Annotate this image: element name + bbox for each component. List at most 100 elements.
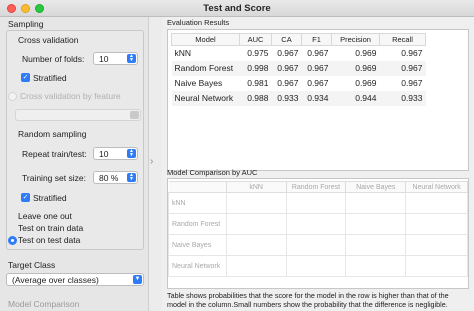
up-down-arrows-icon: ▲ ▼ <box>127 149 136 158</box>
table-cell <box>405 255 468 277</box>
test-on-train-option[interactable]: Test on train data <box>18 223 83 233</box>
table-cell: 0.967 <box>271 60 302 76</box>
number-of-folds-select[interactable]: 10 ▲ ▼ <box>93 52 138 65</box>
repeat-train-test-label: Repeat train/test: <box>22 149 87 159</box>
model-comparison-by-auc-label: Model Comparison by AUC <box>167 168 258 177</box>
training-set-size-value: 80 % <box>99 173 119 183</box>
table-row[interactable]: kNN 0.975 0.967 0.967 0.969 0.967 <box>172 46 426 61</box>
table-cell: 0.944 <box>331 90 380 106</box>
table-cell: 0.967 <box>307 48 329 59</box>
title-bar: Test and Score <box>0 0 474 17</box>
stratified-checkbox[interactable]: ✓ <box>21 73 30 82</box>
table-row[interactable]: Neural Network 0.988 0.933 0.934 0.944 0… <box>171 90 426 106</box>
stratified-random-label: Stratified <box>33 193 67 203</box>
column-header-auc[interactable]: AUC <box>239 33 272 46</box>
number-of-folds-value: 10 <box>99 54 109 64</box>
table-cell <box>345 234 407 256</box>
table-cell: 0.933 <box>379 90 426 106</box>
training-set-size-select[interactable]: 80 % ▲ ▼ <box>93 171 138 184</box>
table-cell: 0.981 <box>247 78 269 88</box>
table-header-row: Model AUC CA F1 Precision Recall <box>171 33 426 46</box>
chevron-down-icon: ▼ <box>133 275 142 284</box>
table-cell <box>225 192 287 214</box>
target-class-select[interactable]: (Average over classes) ▼ <box>6 273 144 286</box>
table-cell: 0.998 <box>239 60 272 76</box>
table-cell: 0.969 <box>331 60 380 76</box>
table-cell: 0.975 <box>247 48 269 59</box>
table-cell: 0.967 <box>277 78 299 88</box>
table-cell: kNN <box>174 48 192 59</box>
table-cell <box>285 234 347 256</box>
table-cell <box>405 192 468 214</box>
sampling-section-label: Sampling <box>8 19 44 29</box>
column-header-recall[interactable]: Recall <box>379 33 426 46</box>
sampling-box: Cross validation Number of folds: 10 ▲ ▼ … <box>6 30 144 250</box>
table-cell <box>405 234 468 256</box>
row-header: Random Forest <box>168 213 227 235</box>
table-row: Neural Network <box>168 255 468 277</box>
results-panel: Evaluation Results Model AUC CA F1 Preci… <box>162 17 474 311</box>
repeat-train-test-value: 10 <box>99 149 109 159</box>
table-cell <box>225 213 287 235</box>
table-cell <box>405 213 468 235</box>
table-cell: 0.967 <box>301 60 332 76</box>
table-cell: 0.969 <box>355 48 377 59</box>
table-cell: 0.967 <box>401 48 423 59</box>
control-panel: Sampling Cross validation Number of fold… <box>0 17 149 311</box>
leave-one-out-option[interactable]: Leave one out <box>18 211 72 221</box>
row-header: Naive Bayes <box>168 234 227 256</box>
comparison-note: Table shows probabilities that the score… <box>167 291 449 309</box>
table-cell <box>285 255 347 277</box>
up-down-arrows-icon: ▲ ▼ <box>127 54 136 63</box>
cross-validation-by-feature-radio <box>8 92 17 101</box>
table-cell: 0.967 <box>401 78 423 88</box>
table-cell <box>285 213 347 235</box>
stratified-random-checkbox[interactable]: ✓ <box>21 193 30 202</box>
number-of-folds-label: Number of folds: <box>22 54 85 64</box>
table-row: Random Forest <box>168 213 468 235</box>
window-title: Test and Score <box>203 3 271 14</box>
model-comparison-section-label: Model Comparison <box>8 299 80 309</box>
random-sampling-option[interactable]: Random sampling <box>18 129 87 139</box>
table-row[interactable]: Naive Bayes 0.981 0.967 0.967 0.969 0.96… <box>172 76 426 91</box>
table-cell: 0.988 <box>239 90 272 106</box>
table-cell <box>345 192 407 214</box>
column-header-precision[interactable]: Precision <box>331 33 380 46</box>
table-cell: 0.969 <box>355 78 377 88</box>
test-on-test-label[interactable]: Test on test data <box>18 235 80 245</box>
feature-select <box>15 109 141 121</box>
table-cell: Naive Bayes <box>174 78 223 88</box>
column-header-model[interactable]: Model <box>171 33 240 46</box>
table-cell: Random Forest <box>171 60 240 76</box>
table-cell <box>225 255 287 277</box>
cross-validation-option[interactable]: Cross validation <box>18 35 78 45</box>
chevron-down-icon <box>130 111 139 119</box>
cross-validation-by-feature-label: Cross validation by feature <box>20 91 121 101</box>
evaluation-results-label: Evaluation Results <box>167 18 230 27</box>
repeat-train-test-select[interactable]: 10 ▲ ▼ <box>93 147 138 160</box>
table-cell <box>345 213 407 235</box>
row-header: kNN <box>168 192 227 214</box>
column-header-ca[interactable]: CA <box>271 33 302 46</box>
chevron-right-icon[interactable]: › <box>150 156 153 167</box>
model-comparison-table[interactable]: kNN Random Forest Naive Bayes Neural Net… <box>167 178 469 289</box>
row-header: Neural Network <box>168 255 227 277</box>
table-cell <box>285 192 347 214</box>
training-set-size-label: Training set size: <box>22 173 86 183</box>
column-header-random-forest: Random Forest <box>285 181 347 193</box>
column-header-neural-network: Neural Network <box>405 181 468 193</box>
column-header-naive-bayes: Naive Bayes <box>345 181 407 193</box>
table-cell: Neural Network <box>171 90 240 106</box>
test-on-test-radio[interactable] <box>8 236 17 245</box>
table-cell: 0.967 <box>277 48 299 59</box>
column-header-f1[interactable]: F1 <box>301 33 332 46</box>
table-row[interactable]: Random Forest 0.998 0.967 0.967 0.969 0.… <box>171 60 426 76</box>
table-cell: 0.933 <box>271 90 302 106</box>
target-class-section-label: Target Class <box>8 260 56 270</box>
evaluation-results-table[interactable]: Model AUC CA F1 Precision Recall kNN 0.9… <box>167 29 469 171</box>
table-row: Naive Bayes <box>168 234 468 256</box>
column-header-knn: kNN <box>225 181 287 193</box>
table-cell: 0.934 <box>301 90 332 106</box>
up-down-arrows-icon: ▲ ▼ <box>127 173 136 182</box>
table-cell: 0.967 <box>379 60 426 76</box>
